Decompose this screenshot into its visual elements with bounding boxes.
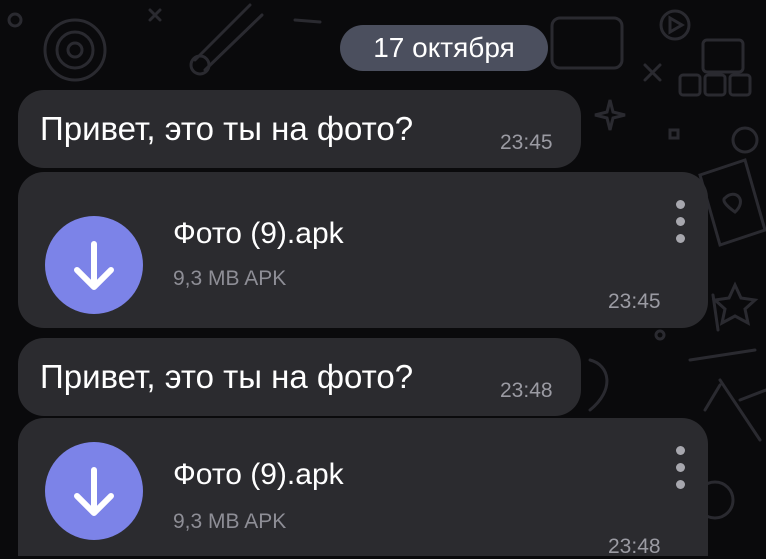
file-name[interactable]: Фото (9).apk	[173, 458, 344, 492]
message-time: 23:45	[608, 290, 661, 313]
incoming-file-message-bubble[interactable]: Фото (9).apk 9,3 MB APK 23:48	[18, 418, 708, 558]
incoming-message-bubble[interactable]: Привет, это ты на фото? 23:48	[18, 338, 581, 416]
message-text: Привет, это ты на фото?	[40, 110, 414, 147]
message-time: 23:48	[500, 379, 553, 402]
incoming-file-message-bubble[interactable]: Фото (9).apk 9,3 MB APK 23:45	[18, 172, 708, 328]
incoming-message-bubble[interactable]: Привет, это ты на фото? 23:45	[18, 90, 581, 168]
message-options-menu-icon[interactable]	[674, 446, 688, 490]
message-text: Привет, это ты на фото?	[40, 358, 414, 395]
file-size-type: 9,3 MB APK	[173, 267, 287, 290]
file-size-type: 9,3 MB APK	[173, 510, 287, 533]
file-download-button[interactable]	[45, 442, 143, 540]
message-time: 23:48	[608, 535, 661, 558]
download-arrow-icon	[74, 467, 114, 516]
download-arrow-icon	[74, 241, 114, 290]
message-options-menu-icon[interactable]	[674, 200, 688, 244]
date-separator-label: 17 октября	[373, 32, 515, 63]
date-separator-badge: 17 октября	[340, 25, 548, 71]
file-name[interactable]: Фото (9).apk	[173, 217, 344, 251]
message-time: 23:45	[500, 131, 553, 154]
file-download-button[interactable]	[45, 216, 143, 314]
